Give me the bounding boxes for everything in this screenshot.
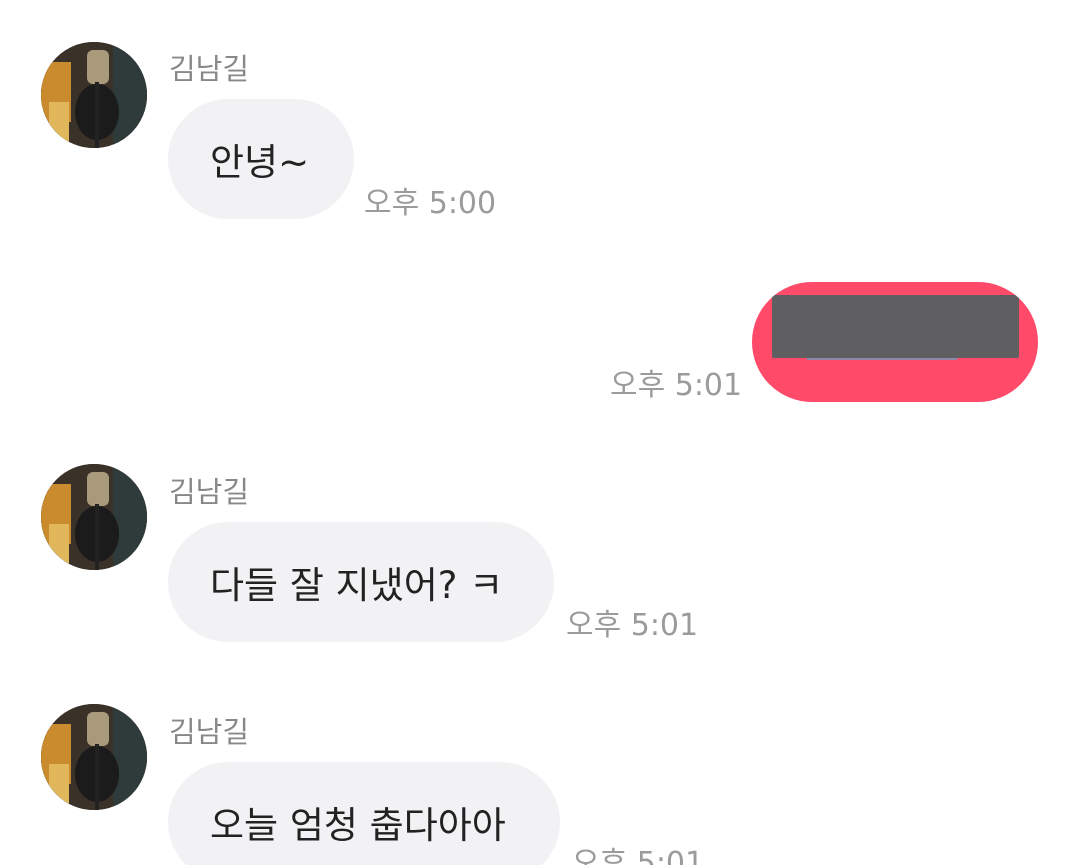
message-bubble[interactable]: 오늘 엄청 춥다아아 [168,762,560,865]
message-timestamp: 오후 5:01 [572,846,705,865]
message-text: 안녕~ [210,141,310,184]
sender-avatar[interactable] [41,704,147,810]
message-timestamp: 오후 5:00 [364,186,497,221]
sender-name: 김남길 [169,52,250,86]
message-bubble[interactable]: 다들 잘 지냈어? ㅋ [168,522,554,642]
sender-avatar[interactable] [41,464,147,570]
message-text: 다들 잘 지냈어? ㅋ [210,564,504,607]
outgoing-message-bubble[interactable] [752,282,1038,402]
message-bubble[interactable]: 안녕~ [168,99,354,219]
redacted-content [772,295,1019,358]
message-timestamp: 오후 5:01 [566,608,699,643]
message-text: 오늘 엄청 춥다아아 [210,804,506,847]
message-timestamp: 오후 5:01 [610,368,743,403]
sender-avatar[interactable] [41,42,147,148]
sender-name: 김남길 [169,715,250,749]
sender-name: 김남길 [169,475,250,509]
chat-message-list[interactable]: 김남길 안녕~ 오후 5:00 오후 5:01 김남길 다들 잘 지냈어? ㅋ … [0,0,1073,865]
